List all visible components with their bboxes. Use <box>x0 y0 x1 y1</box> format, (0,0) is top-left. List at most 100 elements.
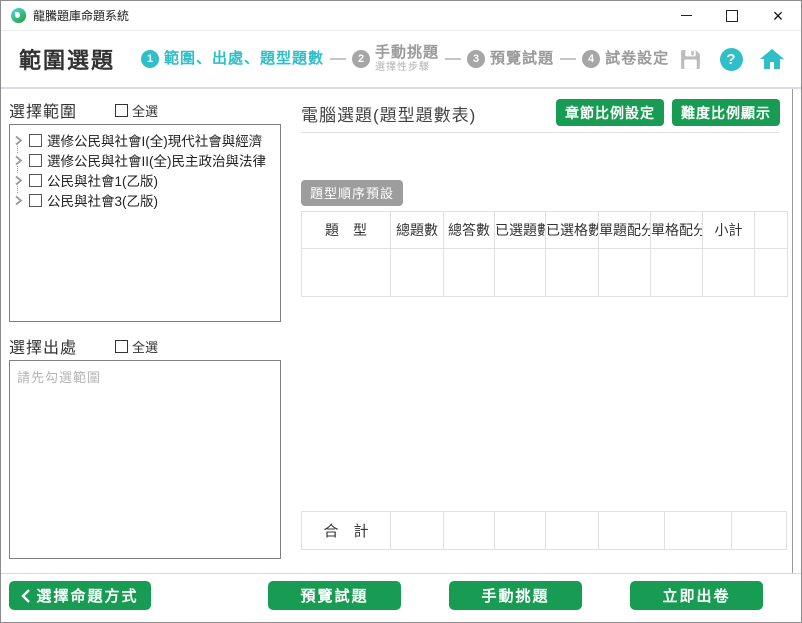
manual-pick-button[interactable]: 手動挑題 <box>449 581 582 610</box>
footer-bar: 選擇命題方式 預覽試題 手動挑題 立即出卷 <box>1 573 801 622</box>
table-cell[interactable] <box>494 248 546 297</box>
step-connector <box>560 58 577 60</box>
total-cell <box>545 511 599 550</box>
save-button[interactable] <box>677 46 703 72</box>
ratio-buttons: 章節比例設定 難度比例顯示 <box>556 99 780 126</box>
table-cell[interactable] <box>702 248 755 297</box>
step-labels: 手動挑題 選擇性步驟 <box>375 45 439 73</box>
header-toolbar: ? <box>677 46 785 72</box>
close-button[interactable]: × <box>755 1 801 31</box>
column-header: 題 型 <box>301 211 391 249</box>
chevron-right-icon[interactable] <box>14 133 24 153</box>
preview-exam-button[interactable]: 預覽試題 <box>268 581 401 610</box>
column-header: 總題數 <box>390 211 444 249</box>
type-order-preset-button[interactable]: 題型順序預設 <box>301 180 404 206</box>
chapter-ratio-button[interactable]: 章節比例設定 <box>556 99 664 126</box>
total-cell <box>443 511 495 550</box>
tree-item[interactable]: 公民與社會1(乙版) <box>14 170 276 193</box>
step-connector <box>445 58 462 60</box>
difficulty-ratio-button[interactable]: 難度比例顯示 <box>672 99 780 126</box>
header: 範圍選題 1 範圍、出處、題型題數 2 手動挑題 選擇性步驟 3 預覽試題 4 試卷設定 ? <box>1 31 801 89</box>
home-button[interactable] <box>759 46 785 72</box>
step-labels: 試卷設定 <box>605 49 670 68</box>
step-number-badge: 4 <box>582 50 601 68</box>
total-label: 合 計 <box>301 511 391 550</box>
tree-item-checkbox[interactable] <box>29 153 42 167</box>
tree-item-label: 公民與社會1(乙版) <box>47 174 158 189</box>
back-to-mode-button[interactable]: 選擇命題方式 <box>9 581 151 610</box>
app-logo-icon <box>11 8 26 23</box>
source-select-all-label: 全選 <box>132 339 159 355</box>
source-select-all-checkbox[interactable] <box>115 339 129 353</box>
question-type-header: 電腦選題(題型題數表) 章節比例設定 難度比例顯示 <box>301 99 780 126</box>
table-cell[interactable] <box>443 248 495 297</box>
table-cell[interactable] <box>754 248 788 297</box>
step-label: 試卷設定 <box>605 49 670 67</box>
wizard-step-2[interactable]: 2 手動挑題 選擇性步驟 <box>352 45 439 73</box>
column-header: 總答數 <box>443 211 495 249</box>
help-button[interactable]: ? <box>718 46 744 72</box>
step-labels: 範圍、出處、題型題數 <box>164 49 325 68</box>
wizard-step-4[interactable]: 4 試卷設定 <box>582 50 669 68</box>
wizard-step-1[interactable]: 1 範圍、出處、題型題數 <box>141 50 324 68</box>
tree-item-label: 選修公民與社會I(全)現代社會與經濟 <box>47 134 263 149</box>
source-panel-title: 選擇出處 <box>9 340 78 357</box>
wizard-steps: 1 範圍、出處、題型題數 2 手動挑題 選擇性步驟 3 預覽試題 4 試卷設定 <box>141 45 669 73</box>
question-type-panel: 電腦選題(題型題數表) 章節比例設定 難度比例顯示 題型順序預設 題 型總題數總… <box>291 89 793 573</box>
back-to-mode-label: 選擇命題方式 <box>36 588 139 605</box>
total-cell <box>664 511 732 550</box>
maximize-icon <box>726 9 738 22</box>
step-label: 範圍、出處、題型題數 <box>164 49 325 67</box>
total-row: 合 計 <box>301 511 787 550</box>
range-tree: 選修公民與社會I(全)現代社會與經濟 選修公民與社會II(全)民主政治與法律 公民與… <box>9 124 281 322</box>
range-panel-header: 選擇範圍 全選 <box>9 99 291 121</box>
help-icon: ? <box>719 47 743 71</box>
chevron-right-icon[interactable] <box>14 173 24 193</box>
table-cell[interactable] <box>390 248 444 297</box>
close-icon: × <box>772 5 784 26</box>
column-header: 單題配分 <box>598 211 651 249</box>
app-window: 龍騰題庫命題系統 × 範圍選題 1 範圍、出處、題型題數 2 手動挑題 選擇性步驟 3 預覽… <box>0 0 802 623</box>
minimize-button[interactable] <box>663 1 709 31</box>
left-panel: 選擇範圍 全選 選修公民與社會I(全)現代社會與經濟 選修公民與社會II(全)民主… <box>1 89 291 573</box>
total-cell <box>390 511 444 550</box>
chevron-left-icon <box>21 588 31 603</box>
column-header <box>754 211 788 249</box>
table-row <box>301 248 788 297</box>
step-sublabel: 選擇性步驟 <box>375 61 431 73</box>
table-cell[interactable] <box>650 248 703 297</box>
tree-item-label: 公民與社會3(乙版) <box>47 194 158 209</box>
wizard-step-3[interactable]: 3 預覽試題 <box>467 50 554 68</box>
question-type-table: 題 型總題數 總答數 已選題數 已選格數 單題配分 單格配分 小計 <box>301 211 788 297</box>
tree-item-checkbox[interactable] <box>29 193 42 207</box>
minimize-icon <box>680 15 692 16</box>
step-labels: 預覽試題 <box>490 50 554 68</box>
step-connector <box>330 58 347 60</box>
range-select-all-checkbox[interactable] <box>115 103 129 117</box>
page-title: 範圍選題 <box>19 48 116 73</box>
column-header: 已選題數 <box>494 211 546 249</box>
source-panel-header: 選擇出處 全選 <box>9 335 291 357</box>
tree-item[interactable]: 選修公民與社會I(全)現代社會與經濟 <box>14 130 276 153</box>
save-icon <box>680 49 700 69</box>
tree-item-checkbox[interactable] <box>29 173 42 187</box>
window-controls: × <box>663 1 801 31</box>
tree-item[interactable]: 公民與社會3(乙版) <box>14 190 276 210</box>
chevron-right-icon[interactable] <box>14 153 24 173</box>
table-cell[interactable] <box>301 248 391 297</box>
table-cell[interactable] <box>545 248 599 297</box>
step-number-badge: 1 <box>141 50 160 68</box>
generate-exam-button[interactable]: 立即出卷 <box>630 581 763 610</box>
column-header: 已選格數 <box>545 211 599 249</box>
range-select-all[interactable]: 全選 <box>115 101 158 120</box>
chevron-right-icon[interactable] <box>14 193 24 207</box>
tree-item[interactable]: 選修公民與社會II(全)民主政治與法律 <box>14 150 276 173</box>
tree-item-label: 選修公民與社會II(全)民主政治與法律 <box>47 154 266 169</box>
titlebar: 龍騰題庫命題系統 × <box>1 1 801 31</box>
source-placeholder: 請先勾選範圍 <box>17 370 102 385</box>
maximize-button[interactable] <box>709 1 755 31</box>
table-cell[interactable] <box>598 248 651 297</box>
tree-item-checkbox[interactable] <box>29 133 42 147</box>
source-select-all[interactable]: 全選 <box>115 337 158 356</box>
column-header: 小計 <box>702 211 755 249</box>
